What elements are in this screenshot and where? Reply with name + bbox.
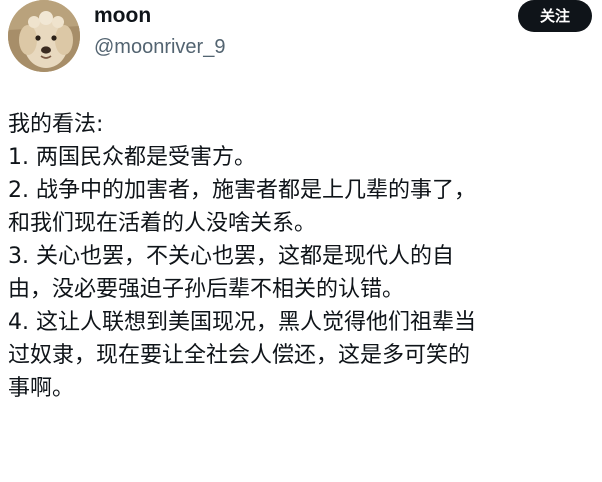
post-line: 事啊。 [8, 376, 75, 401]
dog-avatar-icon [8, 0, 80, 72]
user-handle[interactable]: @moonriver_9 [94, 35, 225, 59]
post-line: 1. 两国民众都是受害方。 [8, 145, 256, 170]
post-text: 我的看法: 1. 两国民众都是受害方。 2. 战争中的加害者，施害者都是上几辈的… [8, 108, 594, 405]
post-line: 由，没必要强迫子孙后辈不相关的认错。 [8, 277, 405, 302]
post-line: 2. 战争中的加害者，施害者都是上几辈的事了， [8, 178, 476, 203]
post-line: 3. 关心也罢，不关心也罢，这都是现代人的自 [8, 244, 454, 269]
post-line: 4. 这让人联想到美国现况，黑人觉得他们祖辈当 [8, 310, 476, 335]
avatar[interactable] [8, 0, 80, 72]
follow-button[interactable]: 关注 [518, 0, 592, 32]
post-line: 我的看法: [8, 112, 104, 137]
post-line: 过奴隶，现在要让全社会人偿还，这是多可笑的 [8, 343, 471, 368]
display-name[interactable]: moon [94, 4, 151, 28]
post-header: moon @moonriver_9 关注 [0, 0, 602, 80]
post-line: 和我们现在活着的人没啥关系。 [8, 211, 317, 236]
